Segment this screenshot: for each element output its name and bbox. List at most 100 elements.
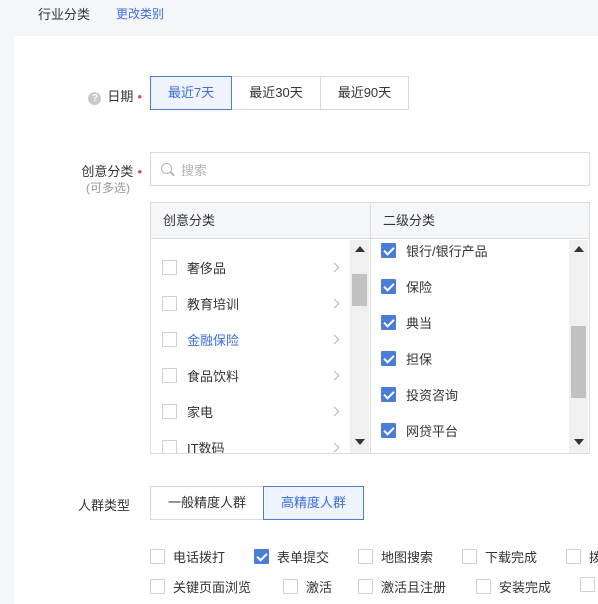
list-item[interactable]: 投资咨询	[371, 376, 569, 412]
list-item[interactable]: 家电	[151, 393, 350, 429]
item-label: 教育培训	[187, 296, 240, 312]
help-icon[interactable]: ?	[88, 92, 102, 105]
scroll-down-arrow-icon[interactable]	[574, 439, 584, 445]
checkbox[interactable]	[162, 295, 177, 311]
crowd-option[interactable]	[580, 577, 598, 592]
date-30d-button[interactable]: 最近30天	[231, 76, 321, 110]
checkbox[interactable]	[381, 242, 396, 258]
checkbox[interactable]	[162, 331, 177, 347]
creative-label: 创意分类	[81, 164, 134, 179]
option-label: 安装完成	[499, 580, 552, 595]
change-category-link[interactable]: 更改类别	[116, 5, 164, 22]
date-label-wrap: ? 日期 •	[78, 86, 142, 105]
crowd-label: 人群类型	[77, 498, 130, 513]
checkbox[interactable]	[283, 579, 298, 594]
checkbox[interactable]	[381, 386, 396, 402]
item-label: 投资咨询	[406, 387, 459, 403]
top-bar: 行业分类 更改类别	[14, 0, 598, 36]
option-label: 表单提交	[277, 550, 330, 565]
checkbox[interactable]	[566, 549, 581, 564]
checkbox[interactable]	[162, 403, 177, 419]
option-label: 激活且注册	[381, 580, 447, 595]
list-item[interactable]: 银行/银行产品	[371, 240, 569, 268]
item-label: 银行/银行产品	[406, 243, 488, 259]
crowd-type-group: 一般精度人群 高精度人群	[150, 486, 365, 520]
checkbox[interactable]	[150, 549, 165, 564]
crowd-option[interactable]: 激活	[283, 577, 332, 596]
checkbox[interactable]	[162, 439, 177, 453]
checkbox[interactable]	[462, 549, 477, 564]
list-item[interactable]: 食品饮料	[151, 357, 350, 393]
item-label: 奢侈品	[187, 260, 227, 276]
date-7d-button[interactable]: 最近7天	[150, 76, 233, 110]
page-gutter	[0, 0, 14, 604]
checkbox[interactable]	[358, 579, 373, 594]
chevron-right-icon	[329, 262, 340, 272]
item-label: 金融保险	[187, 332, 240, 348]
checkbox[interactable]	[381, 278, 396, 294]
item-label: 网贷平台	[406, 423, 459, 439]
normal-precision-button[interactable]: 一般精度人群	[150, 486, 265, 520]
category-search	[150, 152, 590, 186]
scrollbar[interactable]	[569, 240, 588, 453]
category-panel: 创意分类 二级分类 奢侈品 教育培训 金融保险 食品饮料 家电 IT数码 银行/…	[150, 202, 590, 454]
list-item[interactable]: IT数码	[151, 429, 350, 453]
option-label: 关键页面浏览	[173, 580, 252, 595]
list-item[interactable]: 金融保险	[151, 321, 350, 357]
date-label: 日期	[107, 89, 134, 104]
chevron-right-icon	[329, 442, 340, 452]
checkbox[interactable]	[381, 314, 396, 330]
crowd-option[interactable]: 表单提交	[254, 547, 329, 566]
list-item[interactable]: 网贷平台	[371, 412, 569, 448]
high-precision-button[interactable]: 高精度人群	[263, 486, 365, 520]
list-item[interactable]: 教育培训	[151, 285, 350, 321]
chevron-right-icon	[329, 370, 340, 380]
col-header-secondary: 二级分类	[371, 203, 589, 239]
scroll-down-arrow-icon[interactable]	[355, 439, 365, 445]
search-input[interactable]	[181, 159, 581, 181]
option-label: 电话拨打	[173, 550, 226, 565]
checkbox[interactable]	[381, 350, 396, 366]
chevron-right-icon	[329, 406, 340, 416]
crowd-option[interactable]: 安装完成	[476, 577, 551, 596]
item-label: 食品饮料	[187, 368, 240, 384]
search-icon	[161, 163, 172, 174]
checkbox[interactable]	[162, 367, 177, 383]
crowd-option[interactable]: 地图搜索	[358, 547, 433, 566]
creative-category-list: 奢侈品 教育培训 金融保险 食品饮料 家电 IT数码	[151, 240, 370, 453]
scroll-thumb[interactable]	[352, 274, 367, 306]
required-mark: •	[137, 164, 142, 179]
option-label: 激活	[306, 580, 333, 595]
col-header-creative: 创意分类	[151, 203, 370, 239]
date-90d-button[interactable]: 最近90天	[319, 76, 410, 110]
crowd-option[interactable]: 关键页面浏览	[150, 577, 251, 596]
checkbox[interactable]	[162, 259, 177, 275]
date-range-group: 最近7天 最近30天 最近90天	[150, 76, 410, 110]
item-label: 担保	[406, 351, 433, 367]
list-item[interactable]: 保险	[371, 268, 569, 304]
item-label: 保险	[406, 279, 433, 295]
option-label: 地图搜索	[381, 550, 434, 565]
checkbox[interactable]	[580, 577, 595, 592]
checkbox[interactable]	[381, 422, 396, 438]
list-item[interactable]: 担保	[371, 340, 569, 376]
crowd-option[interactable]: 下载完成	[462, 547, 537, 566]
list-item[interactable]: 奢侈品	[151, 249, 350, 285]
scroll-thumb[interactable]	[571, 326, 586, 398]
checkbox[interactable]	[476, 579, 491, 594]
crowd-option[interactable]: 激活且注册	[358, 577, 446, 596]
checkbox[interactable]	[254, 549, 269, 564]
checkbox[interactable]	[150, 579, 165, 594]
list-item[interactable]: 典当	[371, 304, 569, 340]
item-label: IT数码	[187, 440, 225, 454]
scrollbar[interactable]	[350, 240, 369, 453]
multi-select-hint: (可多选)	[86, 181, 130, 195]
chevron-right-icon	[329, 298, 340, 308]
checkbox[interactable]	[358, 549, 373, 564]
scroll-up-arrow-icon[interactable]	[574, 246, 584, 252]
crowd-option[interactable]: 拨	[566, 547, 598, 566]
crowd-option[interactable]: 电话拨打	[150, 547, 225, 566]
creative-label-wrap: 创意分类 •	[62, 161, 142, 180]
scroll-up-arrow-icon[interactable]	[355, 246, 365, 252]
option-label: 拨	[589, 550, 598, 565]
